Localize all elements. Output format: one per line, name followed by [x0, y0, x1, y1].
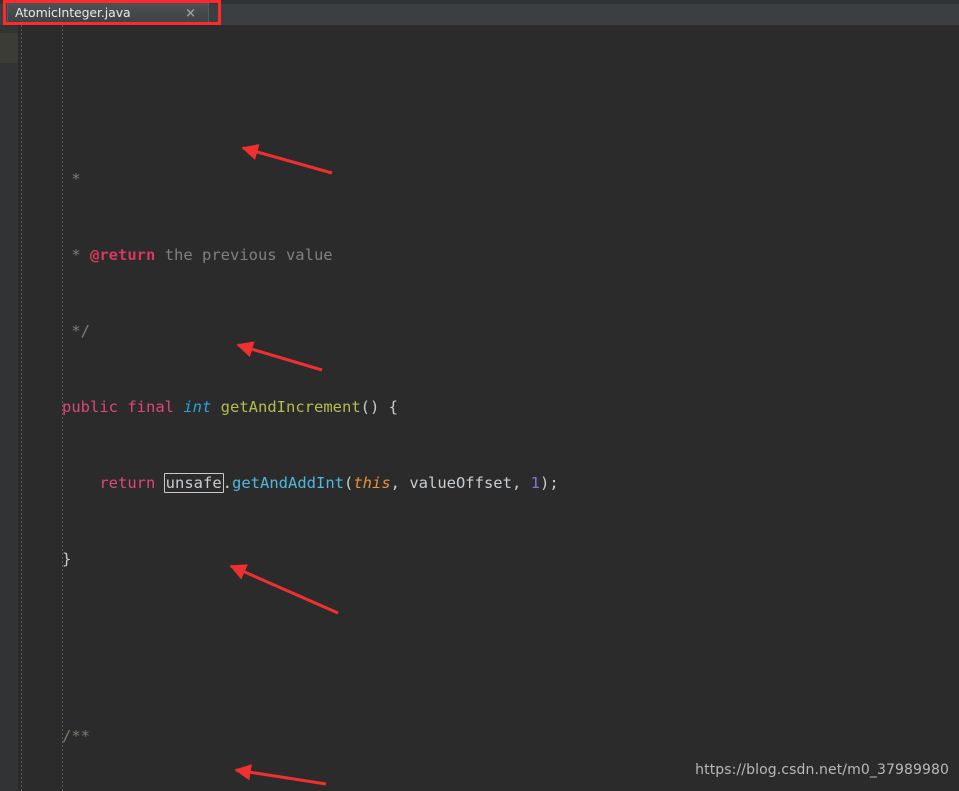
code-line: * @return the previous value	[62, 246, 333, 265]
code-line: return unsafe.getAndAddInt(this, valueOf…	[99, 473, 559, 494]
code-editor-pane[interactable]: * * @return the previous value */ public…	[0, 25, 959, 791]
tab-label: AtomicInteger.java	[15, 5, 131, 20]
close-icon[interactable]: ×	[185, 5, 196, 22]
code-line: *	[62, 170, 81, 189]
source-code[interactable]: * * @return the previous value */ public…	[62, 25, 596, 791]
editor-tab-bar: AtomicInteger.java ×	[0, 0, 959, 25]
code-line: */	[62, 322, 90, 341]
tab-atomicinteger-java[interactable]: AtomicInteger.java ×	[7, 2, 209, 23]
code-line: }	[62, 549, 72, 568]
editor-gutter[interactable]	[0, 25, 18, 791]
highlighted-identifier: unsafe	[163, 473, 224, 494]
gutter-marker	[0, 33, 18, 63]
indent-guide	[21, 25, 22, 791]
watermark-url: https://blog.csdn.net/m0_37989980	[695, 762, 949, 778]
code-line: /**	[62, 727, 90, 746]
code-line: public final int getAndIncrement() {	[62, 398, 398, 417]
